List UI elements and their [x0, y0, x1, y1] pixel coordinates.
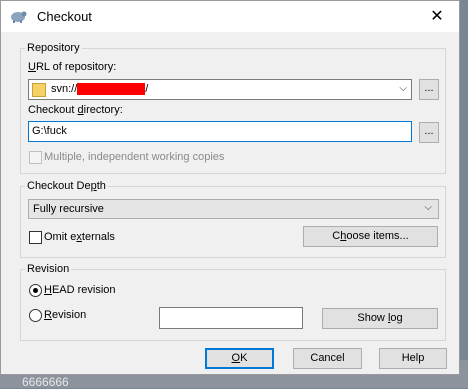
chevron-down-icon[interactable]: ⌵ — [424, 202, 432, 213]
multiple-working-copies-label: Multiple, independent working copies — [44, 151, 225, 163]
checkout-depth-legend: Checkout Depth — [27, 180, 106, 192]
ok-button[interactable]: OK — [205, 348, 274, 369]
radio-selected-dot — [33, 288, 38, 293]
revision-radio[interactable] — [29, 309, 42, 322]
multiple-working-copies-checkbox[interactable] — [29, 151, 42, 164]
background-text: 6666666 — [22, 375, 69, 389]
cancel-button[interactable]: Cancel — [293, 348, 362, 369]
head-revision-label: HEAD revision — [44, 284, 116, 296]
revision-group: Revision — [20, 263, 446, 341]
omit-externals-checkbox[interactable] — [29, 231, 42, 244]
help-button[interactable]: Help — [379, 348, 447, 369]
checkout-directory-input[interactable]: G:\fuck — [28, 121, 412, 142]
url-browse-button[interactable]: ... — [419, 79, 439, 100]
folder-icon — [32, 83, 46, 97]
close-icon[interactable]: ✕ — [415, 1, 459, 32]
revision-input[interactable] — [159, 307, 303, 329]
directory-browse-button[interactable]: ... — [419, 122, 439, 143]
head-revision-radio[interactable] — [29, 284, 42, 297]
repository-legend: Repository — [27, 42, 80, 54]
choose-items-button[interactable]: Choose items... — [303, 226, 438, 247]
revision-legend: Revision — [27, 263, 70, 275]
checkout-directory-label: Checkout directory: — [28, 104, 123, 116]
checkout-directory-value: G:\fuck — [32, 125, 67, 137]
revision-label: Revision — [44, 309, 87, 321]
redaction-bar — [77, 83, 146, 96]
url-value: svn:/// — [51, 83, 149, 96]
checkout-dialog: Checkout ✕ Repository URL of repository:… — [0, 0, 460, 375]
title-bar[interactable]: Checkout ✕ — [1, 1, 459, 32]
window-title: Checkout — [37, 9, 92, 24]
depth-dropdown[interactable]: Fully recursive ⌵ — [28, 199, 439, 219]
tortoisesvn-icon — [11, 11, 27, 23]
depth-selected-value: Fully recursive — [33, 203, 104, 215]
chevron-down-icon[interactable]: ⌵ — [399, 83, 407, 94]
show-log-button[interactable]: Show log — [322, 308, 438, 329]
url-label: URL of repository: — [28, 61, 117, 73]
url-combobox[interactable]: svn:/// ⌵ — [28, 79, 412, 100]
omit-externals-label: Omit externals — [44, 231, 115, 243]
